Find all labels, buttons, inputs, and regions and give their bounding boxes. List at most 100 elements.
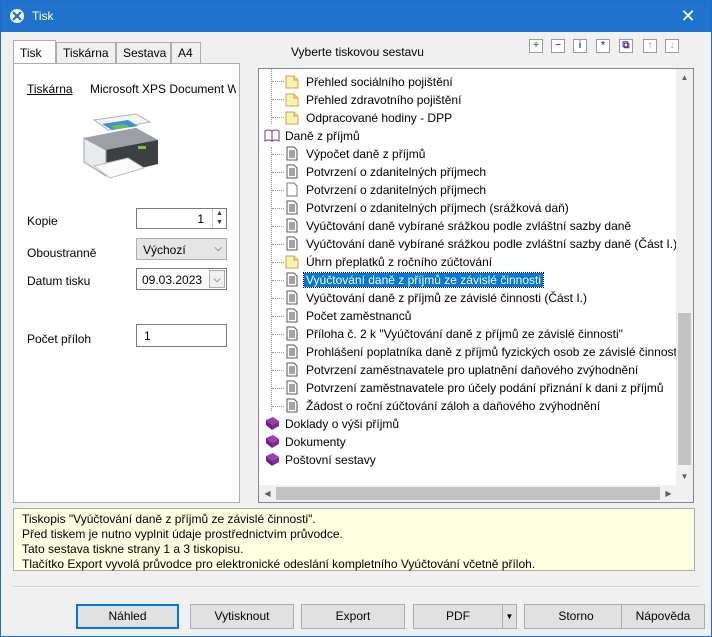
move-up-icon[interactable]: ↑ bbox=[643, 39, 657, 53]
chevron-down-icon: ⌵ bbox=[214, 243, 222, 254]
tree-item-label: Přehled zdravotního pojištění bbox=[306, 93, 462, 107]
tree-item-label: Potvrzení o zdanitelných příjmech bbox=[306, 165, 487, 179]
print-dialog: Tisk ✕ Tisk Tiskárna Sestava A4 Tiskárna… bbox=[0, 0, 712, 637]
scroll-left-icon[interactable]: ◀ bbox=[259, 485, 276, 502]
title-bar: Tisk ✕ bbox=[1, 1, 711, 32]
copy-icon[interactable]: ⧉ bbox=[619, 39, 633, 53]
print-date-picker[interactable]: 09.03.2023 ⌵ bbox=[136, 268, 227, 290]
folder-icon bbox=[285, 254, 299, 269]
pdf-label: PDF bbox=[446, 609, 470, 623]
report-tree[interactable]: Přehled sociálního pojištění Přehled zdra… bbox=[258, 68, 694, 503]
copies-arrows[interactable]: ▲ ▼ bbox=[212, 209, 226, 228]
tree-item-label: Poštovní sestavy bbox=[285, 453, 376, 467]
tree-item-label: Doklady o výši příjmů bbox=[285, 417, 400, 431]
blank-document-icon bbox=[285, 182, 299, 197]
printer-name: Microsoft XPS Document W bbox=[90, 82, 236, 96]
duplex-value: Výchozí bbox=[143, 243, 186, 257]
printer-link[interactable]: Tiskárna bbox=[27, 82, 73, 96]
tree-item-label: Žádost o roční zúčtování záloh a daňovéh… bbox=[306, 399, 601, 413]
document-icon bbox=[285, 290, 299, 305]
tree-item-label: Daně z příjmů bbox=[285, 129, 360, 143]
tree-item-label: Potvrzení zaměstnavatele pro účely podán… bbox=[306, 381, 664, 395]
window-title: Tisk bbox=[32, 9, 54, 23]
document-icon bbox=[285, 272, 299, 287]
scroll-right-icon[interactable]: ▶ bbox=[660, 485, 677, 502]
section-heading: Vyberte tiskovou sestavu bbox=[291, 45, 424, 59]
tree-item-label: Dokumenty bbox=[285, 435, 346, 449]
attachments-input[interactable]: 1 bbox=[136, 324, 227, 347]
tree-item-label: Vyúčtování daně vybírané srážkou podle z… bbox=[306, 237, 678, 251]
tree-item-label: Vyúčtování daně z příjmů ze závislé činn… bbox=[306, 291, 588, 305]
book-closed-icon bbox=[264, 416, 279, 431]
info-line: Tiskopis "Vyúčtování daně z příjmů ze zá… bbox=[22, 512, 316, 526]
folder-icon bbox=[285, 92, 299, 107]
info-line: Před tiskem je nutno vyplnit údaje prost… bbox=[22, 527, 343, 541]
document-icon bbox=[285, 146, 299, 161]
copies-stepper[interactable]: 1 ▲ ▼ bbox=[136, 208, 227, 229]
tree-item-label: Odpracované hodiny - DPP bbox=[306, 111, 453, 125]
info-line: Tato sestava tiskne strany 1 a 3 tiskopi… bbox=[22, 542, 244, 556]
separator bbox=[13, 586, 699, 587]
scroll-up-icon[interactable]: ▲ bbox=[676, 69, 693, 86]
move-down-icon[interactable]: ↓ bbox=[665, 39, 679, 53]
tree-horizontal-scrollbar[interactable]: ◀ ▶ bbox=[259, 485, 677, 502]
book-open-icon bbox=[264, 128, 280, 143]
tree-item-label: Počet zaměstnanců bbox=[306, 309, 412, 323]
tree-item-label: Přehled sociálního pojištění bbox=[306, 75, 453, 89]
copies-value: 1 bbox=[197, 212, 204, 226]
info-line: Tlačítko Export vyvolá průvodce pro elek… bbox=[22, 557, 536, 571]
pdf-button[interactable]: PDF ▼ bbox=[413, 604, 517, 629]
document-icon bbox=[285, 308, 299, 323]
document-icon bbox=[285, 344, 299, 359]
tree-item-label: Potvrzení zaměstnavatele pro uplatnění d… bbox=[306, 363, 639, 377]
folder-icon bbox=[285, 74, 299, 89]
date-label: Datum tisku bbox=[27, 274, 91, 288]
document-icon bbox=[285, 380, 299, 395]
star-icon[interactable]: * bbox=[596, 39, 610, 53]
print-settings-panel: Tiskárna Microsoft XPS Document W Kopie … bbox=[13, 63, 240, 503]
chevron-up-icon[interactable]: ▲ bbox=[213, 209, 226, 218]
tree-item-label: Potvrzení o zdanitelných příjmech bbox=[306, 183, 487, 197]
info-icon[interactable]: i bbox=[573, 39, 587, 53]
print-button[interactable]: Vytisknout bbox=[190, 604, 294, 629]
attachments-value: 1 bbox=[144, 329, 151, 343]
copies-label: Kopie bbox=[27, 214, 58, 228]
tree-item-label: Vyúčtování daně vybírané srážkou podle z… bbox=[306, 219, 632, 233]
document-icon bbox=[285, 362, 299, 377]
document-icon bbox=[285, 164, 299, 179]
document-icon bbox=[285, 398, 299, 413]
tree-item-label: Výpočet daně z příjmů bbox=[306, 147, 426, 161]
chevron-down-icon[interactable]: ▼ bbox=[213, 218, 226, 227]
scroll-thumb[interactable] bbox=[678, 313, 691, 465]
preview-button[interactable]: Náhled bbox=[76, 604, 179, 629]
dropdown-arrow-icon[interactable]: ▼ bbox=[502, 605, 516, 628]
tab-sestava[interactable]: Sestava bbox=[116, 42, 171, 63]
date-value: 09.03.2023 bbox=[142, 273, 203, 287]
document-icon bbox=[285, 326, 299, 341]
duplex-label: Oboustranně bbox=[27, 246, 97, 260]
scroll-down-icon[interactable]: ▼ bbox=[676, 468, 693, 485]
add-icon[interactable]: + bbox=[529, 39, 543, 53]
app-icon bbox=[10, 9, 24, 23]
duplex-select[interactable]: Výchozí ⌵ bbox=[136, 238, 227, 260]
tab-tiskarna[interactable]: Tiskárna bbox=[56, 42, 116, 63]
book-closed-icon bbox=[264, 452, 279, 467]
help-button[interactable]: Nápověda bbox=[621, 604, 705, 629]
book-closed-icon bbox=[264, 434, 279, 449]
document-icon bbox=[285, 218, 299, 233]
calendar-dropdown-icon[interactable]: ⌵ bbox=[209, 270, 225, 288]
close-button[interactable]: ✕ bbox=[665, 1, 711, 32]
tab-a4[interactable]: A4 bbox=[171, 42, 201, 63]
scroll-corner bbox=[676, 485, 693, 502]
tree-item-label: Vyúčtování daně z příjmů ze závislé činn… bbox=[302, 272, 545, 288]
cancel-button[interactable]: Storno bbox=[524, 604, 628, 629]
remove-icon[interactable]: − bbox=[551, 39, 565, 53]
tree-item-label: Potvrzení o zdanitelných příjmech (srážk… bbox=[306, 201, 569, 215]
tab-tisk[interactable]: Tisk bbox=[13, 40, 56, 63]
tree-item-label: Prohlášení poplatníka daně z příjmů fyzi… bbox=[306, 345, 680, 359]
document-icon bbox=[285, 236, 299, 251]
attachments-label: Počet příloh bbox=[27, 332, 92, 346]
tree-vertical-scrollbar[interactable]: ▲ ▼ bbox=[676, 69, 693, 485]
export-button[interactable]: Export bbox=[301, 604, 405, 629]
scroll-thumb-horizontal[interactable] bbox=[276, 487, 660, 500]
